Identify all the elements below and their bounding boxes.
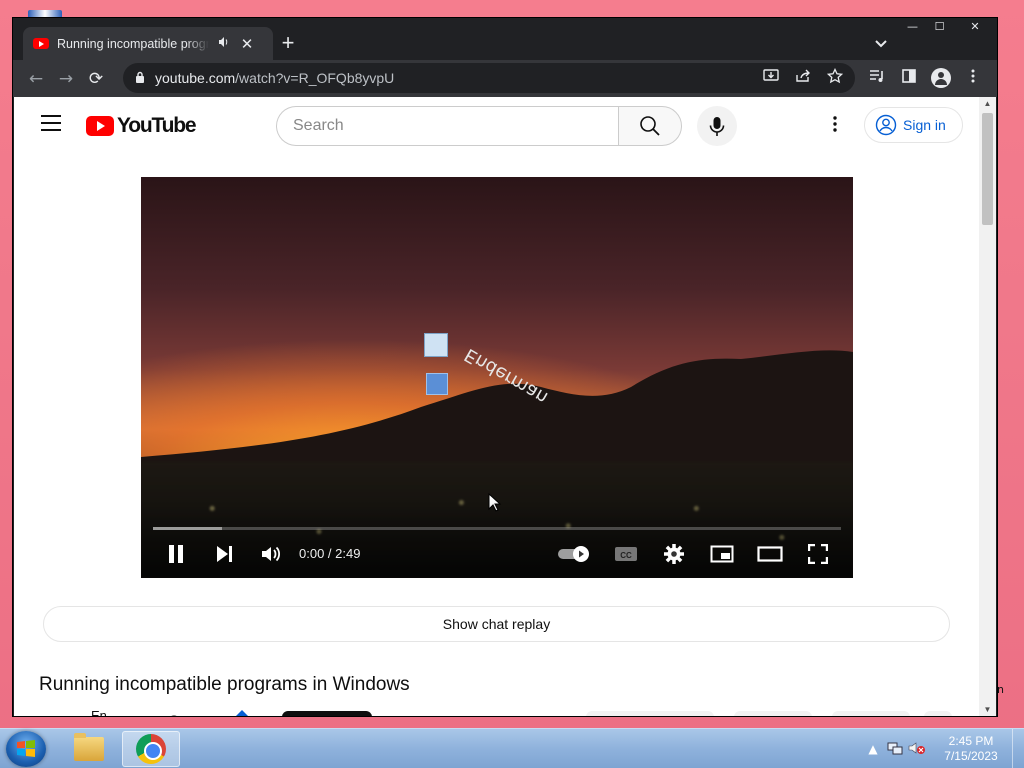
desktop-text-fragment: n <box>997 683 1004 696</box>
new-tab-button[interactable]: + <box>275 31 301 57</box>
hamburger-menu-icon[interactable] <box>41 115 61 131</box>
show-chat-replay-button[interactable]: Show chat replay <box>43 606 950 642</box>
scroll-down-arrow-icon[interactable]: ▼ <box>979 705 996 714</box>
volume-icon <box>262 546 281 562</box>
channel-row-partial: En <box>14 707 979 716</box>
clock[interactable]: 2:45 PM 7/15/2023 <box>936 734 1006 764</box>
video-desktop-icon <box>424 333 448 357</box>
maximize-button[interactable]: ☐ <box>926 18 953 35</box>
miniplayer-button[interactable] <box>708 539 736 569</box>
share-icon[interactable] <box>789 69 817 87</box>
scrollbar-thumb[interactable] <box>982 113 993 225</box>
progress-bar[interactable] <box>153 527 841 530</box>
profile-icon[interactable] <box>931 68 951 88</box>
youtube-logo-text: YouTube <box>117 114 197 137</box>
back-button[interactable]: ← <box>21 64 51 94</box>
autoplay-toggle[interactable] <box>557 539 593 569</box>
close-tab-icon[interactable]: ✕ <box>239 35 255 53</box>
theater-mode-button[interactable] <box>755 539 785 569</box>
closed-captions-icon: CC <box>615 547 637 561</box>
menu-icon[interactable] <box>959 69 987 87</box>
side-panel-icon[interactable] <box>895 69 923 87</box>
close-window-button[interactable]: ✕ <box>953 18 997 35</box>
fullscreen-icon <box>808 544 828 564</box>
search-icon <box>640 116 660 136</box>
controls-gradient <box>141 498 853 578</box>
tab-search-chevron-icon[interactable] <box>868 31 894 57</box>
folder-icon <box>74 733 104 761</box>
miniplayer-icon <box>710 545 734 563</box>
omnibox-actions <box>757 63 849 93</box>
page-scrollbar[interactable]: ▲ ▼ <box>979 97 996 716</box>
settings-button[interactable] <box>661 539 687 569</box>
theater-mode-icon <box>757 546 783 562</box>
youtube-logo[interactable]: YouTube <box>86 114 197 138</box>
tab-title: Running incompatible programs in Windows <box>57 36 209 51</box>
install-icon[interactable] <box>757 69 785 87</box>
browser-toolbar: ← → ⟳ youtube.com/watch?v=R_OFQb8yvpU <box>13 60 997 97</box>
lock-icon[interactable] <box>135 71 155 86</box>
url-host: youtube.com <box>155 70 236 86</box>
system-tray: ▲ 2:45 PM 7/15/2023 <box>862 729 1024 768</box>
minimize-button[interactable]: — <box>899 18 926 35</box>
address-bar[interactable]: youtube.com/watch?v=R_OFQb8yvpU <box>123 63 855 93</box>
scroll-up-arrow-icon[interactable]: ▲ <box>979 99 996 108</box>
skip-next-icon <box>217 546 232 562</box>
show-desktop-button[interactable] <box>1012 729 1024 768</box>
search-input[interactable] <box>276 106 619 146</box>
taskbar-chrome[interactable] <box>122 731 180 767</box>
sign-in-label: Sign in <box>903 117 946 133</box>
svg-text:En: En <box>91 708 107 716</box>
next-button[interactable] <box>211 539 237 569</box>
taskbar-file-explorer[interactable] <box>60 731 118 767</box>
clock-time: 2:45 PM <box>948 734 994 748</box>
autoplay-toggle-icon <box>558 546 589 562</box>
gear-icon <box>664 544 684 564</box>
speaker-icon[interactable] <box>217 36 231 51</box>
start-button[interactable] <box>6 731 46 767</box>
voice-search-button[interactable] <box>697 106 737 146</box>
forward-button[interactable]: → <box>51 64 81 94</box>
star-icon[interactable] <box>821 67 849 88</box>
youtube-favicon-icon <box>33 38 49 49</box>
youtube-logo-icon <box>86 116 114 136</box>
chrome-icon <box>136 734 166 764</box>
video-player[interactable]: Enderman 0:00 / 2:49 CC <box>141 177 853 578</box>
window-controls: — ☐ ✕ <box>899 18 997 35</box>
subtitles-button[interactable]: CC <box>613 539 639 569</box>
fullscreen-button[interactable] <box>805 539 831 569</box>
search-button[interactable] <box>618 106 682 146</box>
pause-icon <box>169 545 183 563</box>
reading-list-icon[interactable] <box>863 69 891 87</box>
browser-tab[interactable]: Running incompatible programs in Windows… <box>23 27 273 60</box>
video-desktop-icon <box>426 373 448 395</box>
settings-more-icon[interactable] <box>822 113 848 139</box>
title-bar: Running incompatible programs in Windows… <box>13 18 997 60</box>
account-icon <box>875 114 897 136</box>
network-icon[interactable] <box>884 741 906 758</box>
browser-window: Running incompatible programs in Windows… <box>12 17 998 717</box>
show-hidden-icons[interactable]: ▲ <box>862 742 884 756</box>
url-text: youtube.com/watch?v=R_OFQb8yvpU <box>155 70 394 86</box>
reload-button[interactable]: ⟳ <box>81 64 111 94</box>
page-viewport: YouTube Sign in En <box>14 97 996 716</box>
sign-in-button[interactable]: Sign in <box>864 107 963 143</box>
url-path: /watch?v=R_OFQb8yvpU <box>235 70 395 86</box>
windows-logo-icon <box>17 740 35 757</box>
volume-muted-icon[interactable] <box>906 741 928 758</box>
youtube-header: YouTube Sign in <box>14 97 979 153</box>
progress-buffer <box>153 527 222 530</box>
microphone-icon <box>709 117 725 136</box>
toolbar-right <box>863 63 987 93</box>
taskbar: ▲ 2:45 PM 7/15/2023 <box>0 728 1024 768</box>
pause-button[interactable] <box>163 539 189 569</box>
video-title: Running incompatible programs in Windows <box>39 674 410 695</box>
time-display: 0:00 / 2:49 <box>299 546 361 561</box>
svg-text:CC: CC <box>620 551 632 560</box>
mute-button[interactable] <box>258 539 284 569</box>
clock-date: 7/15/2023 <box>944 749 998 763</box>
